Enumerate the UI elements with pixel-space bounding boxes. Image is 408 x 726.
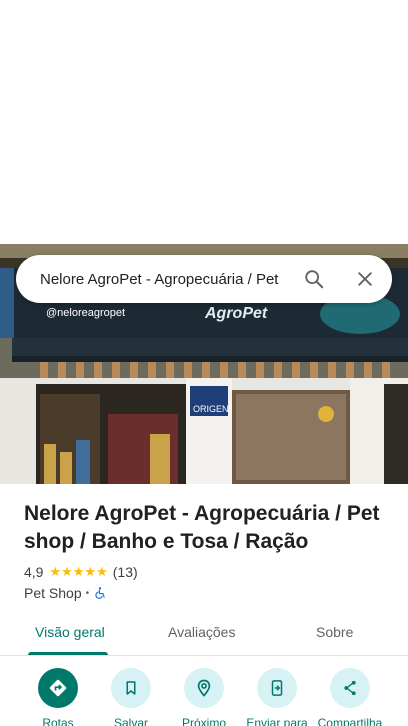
review-count: (13) [112,564,138,580]
tab-about[interactable]: Sobre [316,624,353,640]
save-button[interactable]: Salvar [95,668,167,726]
search-input[interactable]: Nelore AgroPet - Agropecuária / Pet [40,271,288,288]
sign-handle: @neloreagropet [46,307,125,319]
tab-reviews[interactable]: Avaliações [168,624,235,640]
action-buttons: Rotas Salvar Próximo Enviar para Compart… [0,668,408,726]
directions-button[interactable]: Rotas [22,668,94,726]
clear-search-button[interactable] [349,263,381,295]
search-bar[interactable]: Nelore AgroPet - Agropecuária / Pet [16,255,392,303]
place-category: Pet Shop [24,585,82,601]
share-label: Compartilha [317,716,383,726]
search-icon [305,270,324,289]
wheelchair-accessible-icon [95,587,105,599]
place-title: Nelore AgroPet - Agropecuária / Pet shop… [24,502,380,553]
tab-overview[interactable]: Visão geral [35,624,105,640]
send-to-phone-label: Enviar para [246,716,308,726]
send-to-phone-button[interactable]: Enviar para [241,668,313,726]
nearby-button[interactable]: Próximo [168,668,240,726]
separator-dot: • [85,587,90,599]
search-button[interactable] [298,263,330,295]
sign-brand: AgroPet [204,305,268,322]
nearby-icon [197,679,211,697]
nearby-label: Próximo [181,716,226,726]
bookmark-icon [126,681,136,695]
sign-origens: ORIGENS [193,404,235,414]
directions-label: Rotas [42,716,74,726]
rating-stars: ★★★★★ [49,564,108,579]
place-tabs: Visão geral Avaliações Sobre [0,614,408,656]
category-row: Pet Shop • [24,584,107,602]
rating-row[interactable]: 4,9 ★★★★★ (13) [24,563,138,581]
send-to-phone-icon [271,680,283,696]
map-blank-area [0,0,408,244]
share-icon [344,680,356,696]
share-button[interactable]: Compartilha [314,668,386,726]
close-icon [358,272,372,286]
save-label: Salvar [113,716,148,726]
directions-icon [49,679,67,697]
rating-value: 4,9 [24,564,44,580]
active-tab-indicator [28,652,108,655]
